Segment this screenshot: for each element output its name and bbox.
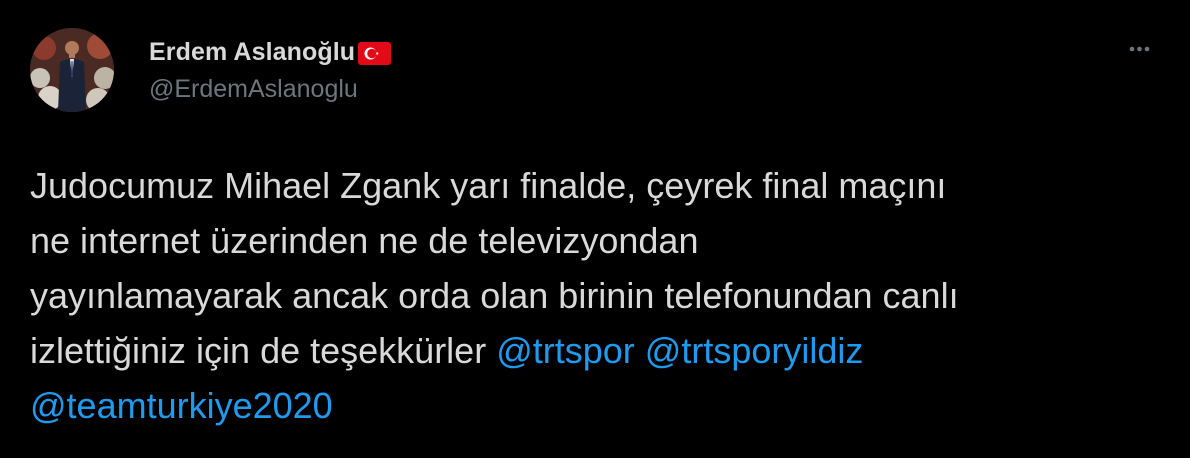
- mention-link-trtsporyildiz[interactable]: @trtsporyildiz: [645, 330, 864, 371]
- avatar[interactable]: [30, 28, 114, 112]
- more-horizontal-icon: [1129, 46, 1150, 52]
- author-name-row[interactable]: Erdem Aslanoğlu: [149, 36, 392, 68]
- author-handle[interactable]: @ErdemAslanoglu: [149, 75, 358, 104]
- tweet-line: @teamturkiye2020: [30, 378, 1170, 433]
- tweet-line-text: izlettiğiniz için de teşekkürler: [30, 330, 497, 371]
- mention-link-teamturkiye2020[interactable]: @teamturkiye2020: [30, 385, 333, 426]
- tweet-line: ne internet üzerinden ne de televizyonda…: [30, 220, 699, 261]
- display-name[interactable]: Erdem Aslanoğlu: [149, 38, 355, 67]
- tweet-text: Judocumuz Mihael Zgank yarı finalde, çey…: [30, 158, 1170, 433]
- profile-photo: [30, 28, 114, 112]
- mention-link-trtspor[interactable]: @trtspor: [496, 330, 635, 371]
- tweet-line: yayınlamayarak ancak orda olan birinin t…: [30, 275, 959, 316]
- tweet-line: Judocumuz Mihael Zgank yarı finalde, çey…: [30, 165, 947, 206]
- more-options-button[interactable]: [1120, 36, 1164, 64]
- tweet-line: izlettiğiniz için de teşekkürler @trtspo…: [30, 323, 1170, 378]
- turkey-flag-icon: [358, 41, 392, 65]
